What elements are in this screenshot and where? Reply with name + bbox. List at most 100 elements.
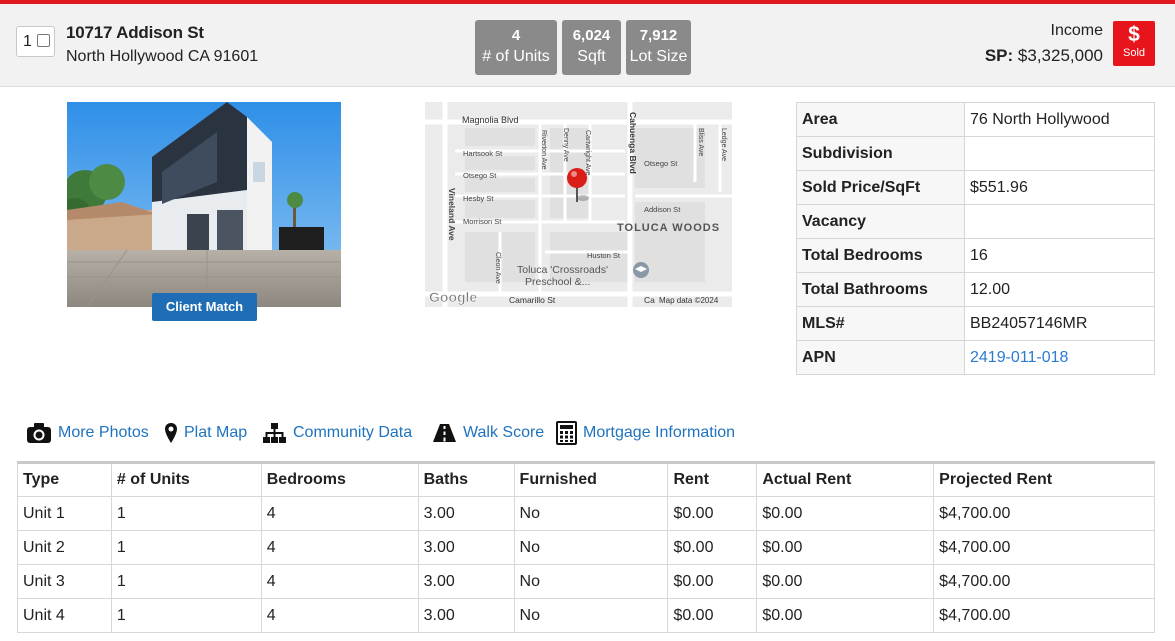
listing-select[interactable]: 1 xyxy=(16,26,55,57)
table-row: Unit 1 1 4 3.00 No $0.00 $0.00 $4,700.00 xyxy=(17,496,1155,531)
action-links: More Photos Plat Map Community Data Walk… xyxy=(26,420,766,446)
sitemap-icon xyxy=(263,423,286,443)
details-row: Sold Price/SqFt $551.96 xyxy=(796,170,1155,205)
details-row: Total Bathrooms 12.00 xyxy=(796,272,1155,307)
link-label: Community Data xyxy=(293,424,413,441)
table-cell: 4 xyxy=(260,598,419,633)
road-icon xyxy=(433,424,456,442)
details-value: $551.96 xyxy=(964,170,1155,205)
table-cell: 1 xyxy=(110,530,262,565)
details-value: 76 North Hollywood xyxy=(964,102,1155,137)
school-icon xyxy=(633,262,649,278)
map-street-label: Addison St xyxy=(644,205,681,214)
link-label: Walk Score xyxy=(463,424,545,441)
column-header: Type xyxy=(17,462,112,497)
details-row: Subdivision xyxy=(796,136,1155,171)
map-street-label: Vineland Ave xyxy=(447,188,457,241)
table-cell: 3.00 xyxy=(417,564,515,599)
details-value xyxy=(964,204,1155,239)
plat-map-link[interactable]: Plat Map xyxy=(164,420,247,446)
map-street-label: Cartwright Ave xyxy=(584,130,591,175)
details-label: Vacancy xyxy=(796,204,965,239)
column-header: Baths xyxy=(417,462,515,497)
listing-header: 1 10717 Addison St North Hollywood CA 91… xyxy=(0,4,1175,87)
table-row: Unit 2 1 4 3.00 No $0.00 $0.00 $4,700.00 xyxy=(17,530,1155,565)
details-value: BB24057146MR xyxy=(964,306,1155,341)
map-street-label: Hesby St xyxy=(463,194,494,203)
map-poi-label: Preschool &... xyxy=(525,276,590,288)
client-match-button[interactable]: Client Match xyxy=(152,293,257,321)
table-cell: 1 xyxy=(110,496,262,531)
table-cell: $0.00 xyxy=(756,530,935,565)
address-street[interactable]: 10717 Addison St xyxy=(66,23,204,43)
location-map[interactable]: Magnolia Blvd Hartsook St Otsego St Hesb… xyxy=(425,102,732,307)
table-cell: No xyxy=(513,496,669,531)
column-header: Actual Rent xyxy=(756,462,935,497)
column-header: Rent xyxy=(667,462,758,497)
link-label: Plat Map xyxy=(184,424,248,441)
map-street-label: Bliss Ave xyxy=(697,128,704,156)
table-cell: $4,700.00 xyxy=(933,496,1155,531)
details-label: Area xyxy=(796,102,965,137)
property-photo[interactable] xyxy=(67,102,341,307)
link-label: Mortgage Information xyxy=(583,424,736,441)
mortgage-information-link[interactable]: Mortgage Information xyxy=(556,420,735,446)
table-cell: 3.00 xyxy=(417,530,515,565)
address-city: North Hollywood CA 91601 xyxy=(66,48,259,65)
table-cell: 4 xyxy=(260,564,419,599)
stat-label: Lot Size xyxy=(629,48,688,65)
table-cell: Unit 1 xyxy=(17,496,112,531)
table-cell: Unit 3 xyxy=(17,564,112,599)
status-badge: $ Sold xyxy=(1113,21,1155,66)
sold-price: SP: $3,325,000 xyxy=(985,46,1103,66)
camera-icon xyxy=(27,423,51,443)
map-street-label: Riverton Ave xyxy=(540,130,547,170)
units-table: Type # of Units Bedrooms Baths Furnished… xyxy=(17,461,1155,633)
table-header-row: Type # of Units Bedrooms Baths Furnished… xyxy=(17,462,1155,497)
stat-label: # of Units xyxy=(482,48,550,65)
map-street-label: Cleon Ave xyxy=(494,252,501,284)
table-cell: $0.00 xyxy=(667,530,758,565)
map-poi-label: Toluca 'Crossroads' xyxy=(517,264,608,276)
table-cell: $0.00 xyxy=(756,564,935,599)
stat-value: 4 xyxy=(511,27,521,44)
map-canvas: Magnolia Blvd Hartsook St Otsego St Hesb… xyxy=(425,102,732,307)
walk-score-link[interactable]: Walk Score xyxy=(432,420,544,446)
more-photos-link[interactable]: More Photos xyxy=(26,420,149,446)
details-row: MLS# BB24057146MR xyxy=(796,306,1155,341)
details-label: APN xyxy=(796,340,965,375)
apn-link[interactable]: 2419-011-018 xyxy=(964,340,1155,375)
table-row: Unit 4 1 4 3.00 No $0.00 $0.00 $4,700.00 xyxy=(17,598,1155,633)
details-row: Total Bedrooms 16 xyxy=(796,238,1155,273)
column-header: # of Units xyxy=(110,462,262,497)
stat-label: Sqft xyxy=(577,48,606,65)
community-data-link[interactable]: Community Data xyxy=(262,420,412,446)
dollar-icon: $ xyxy=(1128,23,1140,46)
table-cell: $0.00 xyxy=(756,496,935,531)
details-value: 12.00 xyxy=(964,272,1155,307)
table-cell: $4,700.00 xyxy=(933,530,1155,565)
map-attribution: Map data ©2024 xyxy=(659,296,719,305)
google-logo: Google xyxy=(429,289,477,305)
map-street-label: Camarillo St xyxy=(509,295,556,305)
sold-price-value: $3,325,000 xyxy=(1017,46,1103,65)
stat-value: 7,912 xyxy=(639,27,678,44)
table-cell: No xyxy=(513,564,669,599)
stat-sqft: 6,024 Sqft xyxy=(562,20,621,75)
sold-price-label: SP: xyxy=(984,46,1014,65)
table-cell: 4 xyxy=(260,530,419,565)
map-street-label: Cahuenga Blvd xyxy=(628,112,638,174)
table-cell: 3.00 xyxy=(417,598,515,633)
details-label: Sold Price/SqFt xyxy=(796,170,965,205)
details-label: Total Bedrooms xyxy=(796,238,965,273)
map-neighborhood-label: TOLUCA WOODS xyxy=(617,222,720,234)
map-pin-icon xyxy=(165,423,177,443)
table-cell: $0.00 xyxy=(667,496,758,531)
listing-checkbox[interactable] xyxy=(37,34,50,47)
map-street-label: Morrison St xyxy=(463,217,502,226)
table-cell: No xyxy=(513,530,669,565)
details-value: 16 xyxy=(964,238,1155,273)
table-cell: $0.00 xyxy=(667,598,758,633)
property-details-table: Area 76 North Hollywood Subdivision Sold … xyxy=(796,102,1155,375)
map-street-label: Ledge Ave xyxy=(720,128,727,161)
